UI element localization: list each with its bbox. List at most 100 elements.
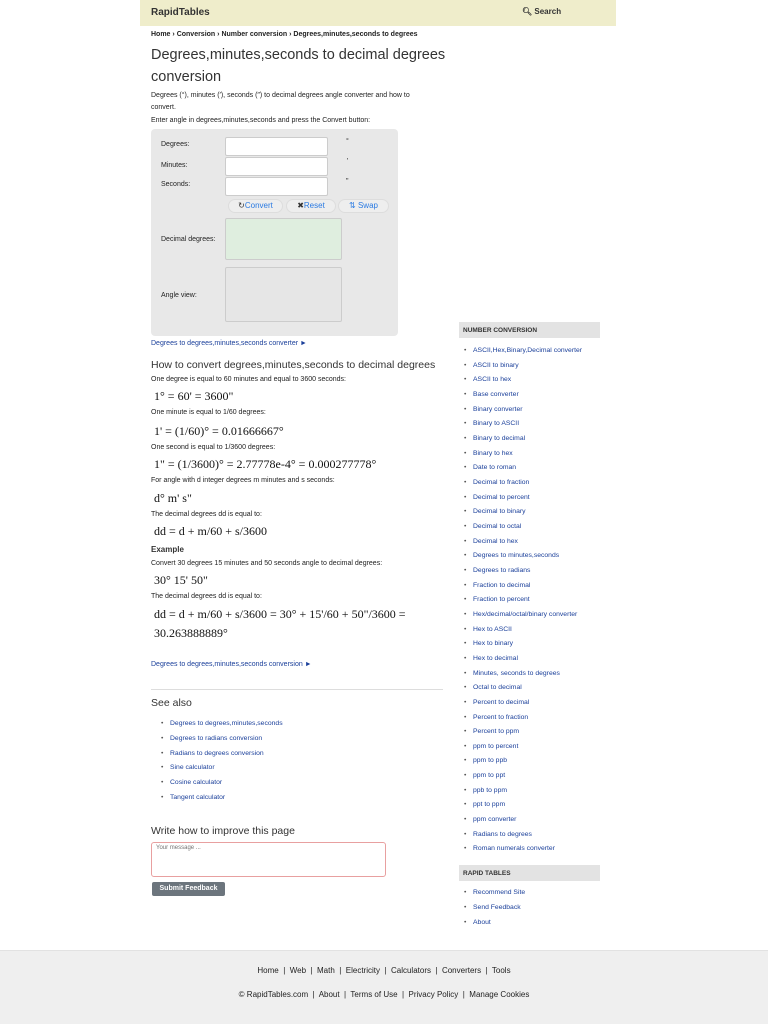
separator: | <box>278 966 290 975</box>
breadcrumb-current[interactable]: Degrees,minutes,seconds to degrees <box>293 31 417 38</box>
sidebar-link[interactable]: Decimal to percent <box>464 494 530 501</box>
footer-link[interactable]: Calculators <box>391 966 431 975</box>
search-button[interactable]: 🔍︎ Search <box>522 7 561 16</box>
footer-link[interactable]: Privacy Policy <box>409 990 459 999</box>
sidebar-link[interactable]: Binary to ASCII <box>464 420 519 427</box>
sidebar-link[interactable]: ppm converter <box>464 816 517 823</box>
sidebar-link[interactable]: Radians to degrees <box>464 831 532 838</box>
sidebar-link[interactable]: ASCII,Hex,Binary,Decimal converter <box>464 347 582 354</box>
divider <box>151 689 443 690</box>
sidebar-link[interactable]: Binary to decimal <box>464 435 525 442</box>
sidebar-link[interactable]: Decimal to hex <box>464 538 518 545</box>
separator: | <box>380 966 391 975</box>
sidebar-link[interactable]: Percent to decimal <box>464 699 529 706</box>
separator: | <box>430 966 442 975</box>
dms-converter-link[interactable]: Degrees to degrees,minutes,seconds conve… <box>151 340 307 347</box>
sidebar-link[interactable]: Fraction to decimal <box>464 582 530 589</box>
see-also-link[interactable]: Radians to degrees conversion <box>161 750 264 757</box>
sidebar-link[interactable]: Date to roman <box>464 464 516 471</box>
footer-link[interactable]: © RapidTables.com <box>239 990 308 999</box>
separator: | <box>334 966 346 975</box>
footer-link[interactable]: Electricity <box>346 966 380 975</box>
footer-link[interactable]: Math <box>317 966 335 975</box>
seconds-label: Seconds: <box>161 181 191 188</box>
sidebar-link[interactable]: Fraction to percent <box>464 596 530 603</box>
dms-conversion-link[interactable]: Degrees to degrees,minutes,seconds conve… <box>151 661 312 668</box>
sidebar-link[interactable]: Degrees to minutes,seconds <box>464 552 559 559</box>
sidebar-link[interactable]: ppt to ppm <box>464 801 505 808</box>
footer-legal: © RapidTables.com | About | Terms of Use… <box>0 990 768 999</box>
top-header: RapidTables 🔍︎ Search <box>140 0 616 26</box>
example-heading: Example <box>151 545 184 554</box>
sidebar-link[interactable]: ppb to ppm <box>464 787 507 794</box>
submit-feedback-button[interactable]: Submit Feedback <box>152 882 225 896</box>
sidebar-link[interactable]: Binary to hex <box>464 450 513 457</box>
see-also-link[interactable]: Degrees to degrees,minutes,seconds <box>161 720 283 727</box>
formula: 1' = (1/60)° = 0.01666667° <box>154 424 284 438</box>
howto-text: One second is equal to 1/3600 degrees: <box>151 444 276 451</box>
see-also-title: See also <box>151 697 192 709</box>
feedback-textarea[interactable] <box>151 842 386 877</box>
intro-text: Degrees (°), minutes (′), seconds (″) to… <box>151 92 410 99</box>
swap-button[interactable]: ⇅ Swap <box>338 199 389 213</box>
sidebar-link[interactable]: Decimal to fraction <box>464 479 529 486</box>
formula: dd = d + m/60 + s/3600 <box>154 524 267 538</box>
second-symbol: " <box>346 178 349 185</box>
sidebar-link[interactable]: ASCII to hex <box>464 376 511 383</box>
separator: | <box>397 990 409 999</box>
sidebar-link[interactable]: Decimal to octal <box>464 523 521 530</box>
decimal-degrees-output[interactable] <box>225 218 342 260</box>
footer-link[interactable]: About <box>319 990 340 999</box>
logo[interactable]: RapidTables <box>151 7 210 18</box>
separator: | <box>339 990 351 999</box>
footer-link[interactable]: Terms of Use <box>350 990 397 999</box>
breadcrumb-conversion[interactable]: Conversion <box>177 31 216 38</box>
footer-nav: Home | Web | Math | Electricity | Calcul… <box>0 966 768 975</box>
sidebar-link[interactable]: ASCII to binary <box>464 362 519 369</box>
minutes-input[interactable] <box>225 157 328 176</box>
footer-link[interactable]: Tools <box>492 966 511 975</box>
sidebar-link[interactable]: Percent to ppm <box>464 728 519 735</box>
reset-button[interactable]: ✖Reset <box>286 199 336 213</box>
sidebar-link[interactable]: Roman numerals converter <box>464 845 555 852</box>
sidebar-link[interactable]: Octal to decimal <box>464 684 522 691</box>
sidebar-link[interactable]: Hex to decimal <box>464 655 518 662</box>
sidebar-link[interactable]: Percent to fraction <box>464 714 528 721</box>
footer-link[interactable]: Web <box>290 966 306 975</box>
feedback-title: Write how to improve this page <box>151 825 295 837</box>
see-also-link[interactable]: Sine calculator <box>161 764 215 771</box>
see-also-link[interactable]: Tangent calculator <box>161 794 225 801</box>
howto-text: The decimal degrees dd is equal to: <box>151 593 262 600</box>
sidebar-link[interactable]: Send Feedback <box>464 904 521 911</box>
sidebar-link[interactable]: Hex to ASCII <box>464 626 512 633</box>
convert-button[interactable]: ↻Convert <box>228 199 283 213</box>
sidebar-link[interactable]: Base converter <box>464 391 519 398</box>
footer-link[interactable]: Converters <box>442 966 481 975</box>
sidebar-link[interactable]: Hex/decimal/octal/binary converter <box>464 611 577 618</box>
breadcrumb-number-conversion[interactable]: Number conversion <box>221 31 287 38</box>
sidebar-link[interactable]: Degrees to radians <box>464 567 531 574</box>
degree-symbol: ° <box>346 138 349 145</box>
see-also-link[interactable]: Cosine calculator <box>161 779 222 786</box>
seconds-input[interactable] <box>225 177 328 196</box>
howto-text: One minute is equal to 1/60 degrees: <box>151 409 266 416</box>
rapid-tables-heading: RAPID TABLES <box>459 865 600 881</box>
sidebar-link[interactable]: About <box>464 919 491 926</box>
decimal-degrees-label: Decimal degrees: <box>161 236 216 243</box>
swap-icon: ⇅ <box>349 201 356 210</box>
sidebar-link[interactable]: ppm to ppb <box>464 757 507 764</box>
sidebar-link[interactable]: Minutes, seconds to degrees <box>464 670 560 677</box>
degrees-input[interactable] <box>225 137 328 156</box>
sidebar-link[interactable]: ppm to percent <box>464 743 518 750</box>
sidebar-link[interactable]: ppm to ppt <box>464 772 505 779</box>
angle-view-canvas <box>225 267 342 322</box>
sidebar-link[interactable]: Decimal to binary <box>464 508 525 515</box>
sidebar-link[interactable]: Recommend Site <box>464 889 525 896</box>
degrees-label: Degrees: <box>161 141 190 148</box>
breadcrumb-home[interactable]: Home <box>151 31 170 38</box>
footer-link[interactable]: Home <box>257 966 278 975</box>
see-also-link[interactable]: Degrees to radians conversion <box>161 735 262 742</box>
sidebar-link[interactable]: Binary converter <box>464 406 522 413</box>
footer-link[interactable]: Manage Cookies <box>469 990 529 999</box>
sidebar-link[interactable]: Hex to binary <box>464 640 513 647</box>
